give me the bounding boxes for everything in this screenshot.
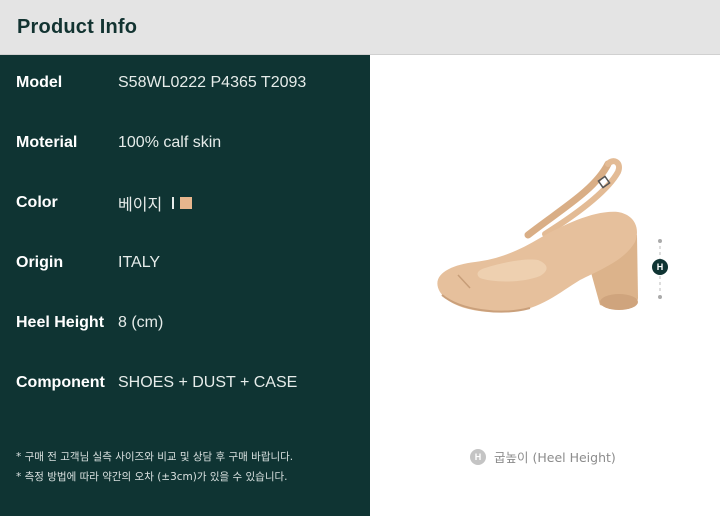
spec-label: Moterial: [16, 134, 78, 151]
product-image-panel: H H 굽높이 (Heel Height): [370, 55, 720, 516]
spec-label: Heel Height: [16, 314, 105, 331]
header-bar: Product Info: [0, 0, 720, 55]
notice-item: * 측정 방법에 따라 약간의 오차 (±3cm)가 있을 수 있습니다.: [16, 471, 288, 483]
spec-panel: Model S58WL0222 P4365 T2093 Moterial 100…: [0, 55, 370, 516]
heel-height-marker: H: [652, 259, 668, 275]
heel-height-badge: H: [470, 448, 486, 465]
heel-height-caption: H 굽높이 (Heel Height): [470, 447, 616, 466]
notice-item: * 구매 전 고객님 실측 사이즈와 비교 및 상담 후 구매 바랍니다.: [16, 451, 294, 463]
spec-label: Model: [16, 74, 63, 91]
color-name: 베이지: [118, 197, 163, 214]
spec-row-color: Color 베이지: [0, 191, 370, 215]
spec-value: 8 (cm): [118, 314, 164, 331]
spec-label: Origin: [16, 254, 64, 271]
color-divider: [172, 197, 175, 209]
notice-list: * 구매 전 고객님 실측 사이즈와 비교 및 상담 후 구매 바랍니다. * …: [16, 447, 361, 487]
spec-row-heel-height: Heel Height 8 (cm): [0, 311, 370, 335]
spec-row-component: Component SHOES + DUST + CASE: [0, 371, 370, 395]
caption-text: 굽높이 (Heel Height): [494, 450, 616, 465]
spec-label: Component: [16, 374, 105, 391]
spec-row-origin: Origin ITALY: [0, 251, 370, 275]
spec-value: ITALY: [118, 254, 161, 271]
spec-row-model: Model S58WL0222 P4365 T2093: [0, 71, 370, 95]
spec-value: 100% calf skin: [118, 134, 222, 151]
page-title: Product Info: [17, 16, 138, 38]
spec-label: Color: [16, 194, 58, 211]
color-swatch: [180, 197, 193, 209]
spec-value-color: 베이지: [118, 191, 193, 215]
spec-value: S58WL0222 P4365 T2093: [118, 74, 307, 91]
spec-value: SHOES + DUST + CASE: [118, 374, 298, 391]
spec-row-material: Moterial 100% calf skin: [0, 131, 370, 155]
shoe-image: [430, 150, 670, 330]
